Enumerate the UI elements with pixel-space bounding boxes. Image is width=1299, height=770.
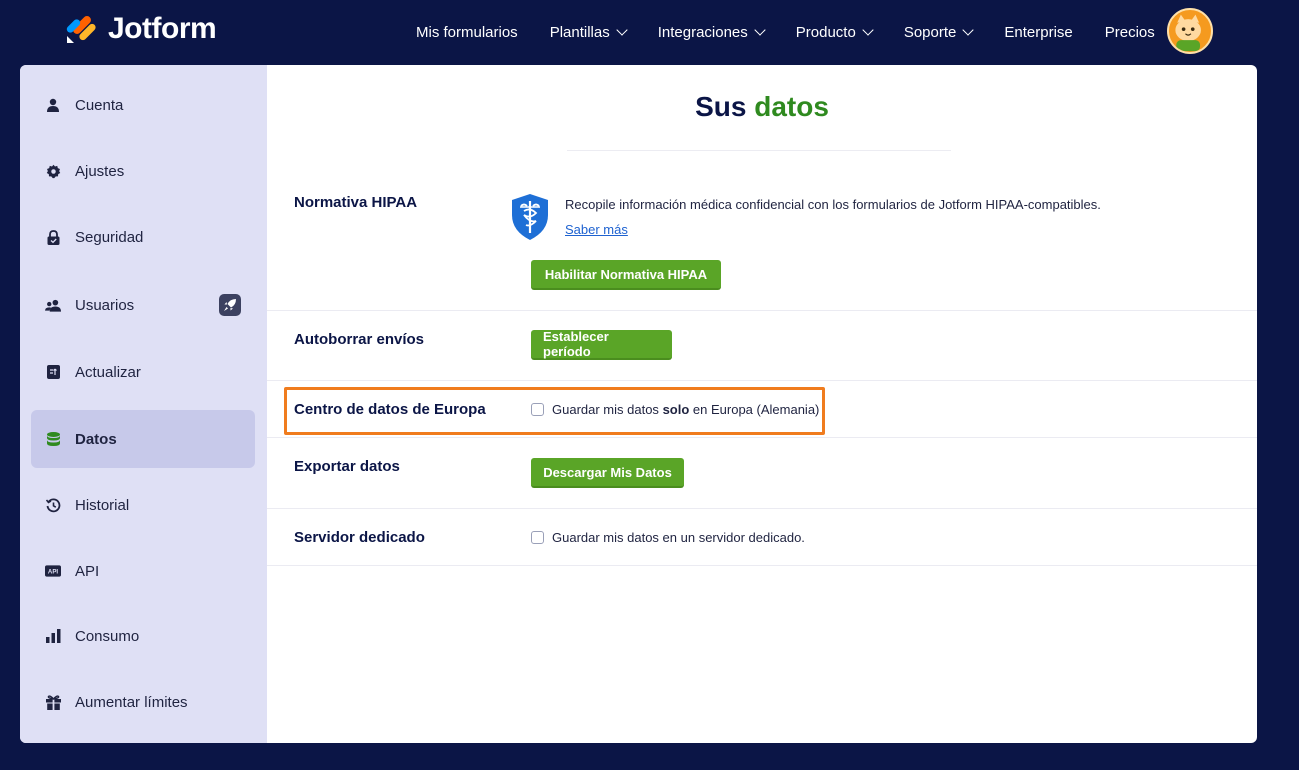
jotform-logo-icon (66, 16, 96, 43)
sidebar-item-label: Actualizar (75, 363, 141, 381)
page-title-highlight: datos (754, 91, 829, 122)
sidebar-item-label: Usuarios (75, 296, 135, 314)
set-period-button[interactable]: Establecer período (531, 329, 672, 360)
database-icon (45, 431, 61, 447)
user-avatar[interactable] (1167, 8, 1213, 54)
nav-integraciones[interactable]: Integraciones (642, 24, 780, 41)
row-divider (267, 565, 1257, 566)
brand-name: Jotform (108, 12, 217, 45)
sidebar-item-label: Cuenta (75, 96, 124, 114)
row-divider (267, 508, 1257, 509)
chevron-down-icon (616, 24, 628, 36)
row-divider (267, 437, 1257, 438)
top-navigation-bar: Jotform Mis formularios Plantillas Integ… (0, 0, 1299, 64)
page-title-part: Sus (695, 91, 747, 122)
main-nav: Mis formularios Plantillas Integraciones… (400, 0, 1171, 64)
sidebar-item-label: Consumo (75, 627, 140, 645)
dedicated-server-option-text: Guardar mis datos en un servidor dedicad… (552, 530, 805, 545)
sidebar-item-label: API (75, 562, 100, 580)
enable-hipaa-button[interactable]: Habilitar Normativa HIPAA (531, 260, 721, 290)
sidebar-item-seguridad[interactable]: Seguridad (31, 208, 255, 266)
upgrade-icon (45, 364, 61, 380)
sidebar-item-label: Ajustes (75, 162, 125, 180)
sidebar-item-label: Seguridad (75, 228, 144, 246)
hipaa-label: Normativa HIPAA (294, 194, 418, 211)
shield-medical-icon (512, 194, 548, 240)
download-my-data-button[interactable]: Descargar Mis Datos (531, 458, 684, 488)
nav-label: Producto (795, 23, 856, 41)
autodelete-label: Autoborrar envíos (294, 331, 425, 348)
sidebar-item-label: Datos (75, 430, 117, 448)
gift-icon (45, 694, 61, 710)
bar-chart-icon (45, 628, 61, 644)
rocket-badge-icon (219, 294, 241, 316)
sidebar-item-label: Historial (75, 496, 130, 514)
nav-label: Plantillas (549, 23, 610, 41)
title-divider (567, 150, 951, 151)
sidebar-item-ajustes[interactable]: Ajustes (31, 142, 255, 200)
lock-icon (45, 229, 61, 245)
nav-label: Enterprise (1004, 23, 1073, 41)
chevron-down-icon (962, 24, 975, 36)
dedicated-server-label: Servidor dedicado (294, 529, 425, 546)
jotform-logo[interactable]: Jotform (64, 12, 217, 46)
row-divider (267, 310, 1257, 311)
sidebar-item-datos[interactable]: Datos (31, 410, 255, 468)
learn-more-link[interactable]: Saber más (565, 222, 628, 237)
export-data-label: Exportar datos (294, 458, 400, 475)
avatar-face-icon (1175, 14, 1201, 52)
row-divider (267, 380, 1257, 381)
nav-mis-formularios[interactable]: Mis formularios (400, 24, 534, 41)
dedicated-server-checkbox-row[interactable]: Guardar mis datos en un servidor dedicad… (531, 530, 805, 545)
dedicated-server-checkbox[interactable] (531, 531, 544, 544)
sidebar-item-label: Aumentar límites (75, 693, 188, 711)
nav-label: Precios (1104, 23, 1155, 41)
hipaa-description: Recopile información médica confidencial… (565, 197, 1101, 212)
history-icon (45, 497, 61, 513)
gear-icon (45, 163, 61, 179)
users-icon (45, 297, 61, 313)
sidebar-item-cuenta[interactable]: Cuenta (31, 76, 255, 134)
nav-enterprise[interactable]: Enterprise (988, 24, 1088, 41)
api-icon: API (45, 563, 61, 579)
user-icon (45, 97, 61, 113)
nav-label: Integraciones (657, 23, 748, 41)
page-title: Sus datos (267, 91, 1257, 123)
sidebar: Cuenta Ajustes Seguridad Usuarios Actual… (20, 65, 267, 743)
nav-plantillas[interactable]: Plantillas (534, 24, 642, 41)
nav-producto[interactable]: Producto (780, 24, 888, 41)
annotation-highlight-box (284, 387, 825, 435)
chevron-down-icon (862, 24, 874, 36)
chevron-down-icon (754, 24, 766, 36)
sidebar-item-actualizar[interactable]: Actualizar (31, 343, 255, 401)
settings-panel: Cuenta Ajustes Seguridad Usuarios Actual… (20, 65, 1257, 743)
nav-soporte[interactable]: Soporte (888, 24, 989, 41)
sidebar-item-consumo[interactable]: Consumo (31, 607, 255, 665)
sidebar-item-historial[interactable]: Historial (31, 476, 255, 534)
sidebar-item-api[interactable]: API API (31, 542, 255, 600)
nav-precios[interactable]: Precios (1089, 24, 1171, 41)
sidebar-item-usuarios[interactable]: Usuarios (31, 276, 255, 334)
svg-text:API: API (48, 569, 58, 576)
sidebar-item-aumentar-limites[interactable]: Aumentar límites (31, 673, 255, 731)
nav-label: Soporte (903, 23, 957, 41)
nav-label: Mis formularios (416, 23, 518, 41)
